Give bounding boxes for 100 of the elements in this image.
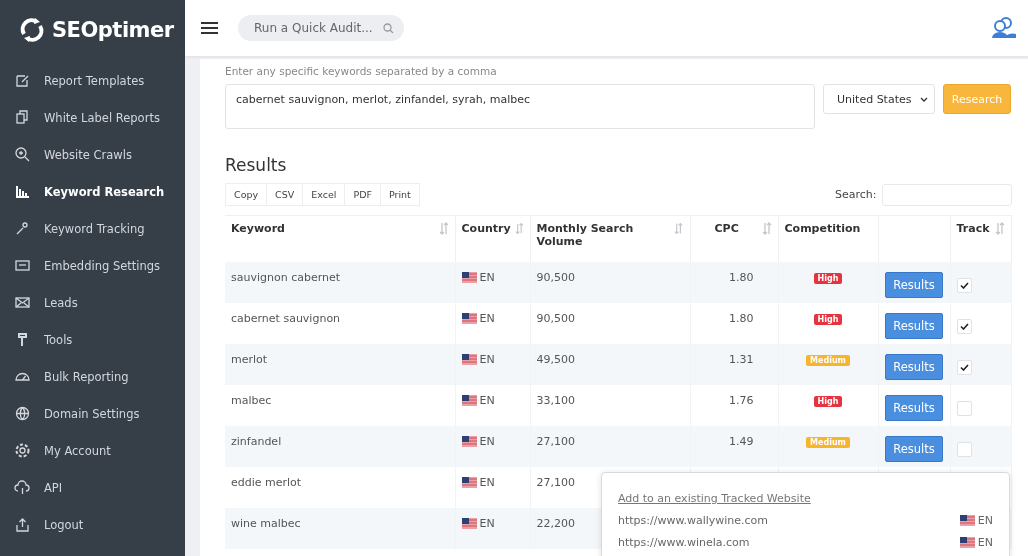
export-button[interactable]: Excel xyxy=(302,183,346,206)
keywords-field[interactable]: cabernet sauvignon, merlot, zinfandel, syrah, malbec xyxy=(225,84,815,129)
keyword-cell: zinfandel xyxy=(231,434,282,448)
sort-icon[interactable] xyxy=(761,222,772,235)
country-code: EN xyxy=(977,514,993,527)
volume-cell: 27,100 xyxy=(536,475,575,489)
column-header[interactable]: CPC xyxy=(714,222,739,235)
sidebar-item[interactable]: Bulk Reporting xyxy=(0,358,185,395)
sidebar-item[interactable]: Embedding Settings xyxy=(0,247,185,284)
column-header[interactable]: Competition xyxy=(784,222,861,235)
flag-icon xyxy=(461,271,477,283)
menu-icon[interactable] xyxy=(201,21,218,35)
keyword-cell: sauvignon cabernet xyxy=(231,270,341,284)
country-code: EN xyxy=(977,536,993,549)
country-code: EN xyxy=(479,434,495,448)
country-code: EN xyxy=(479,352,495,366)
cpc-cell: 1.31 xyxy=(729,352,754,366)
checkbox[interactable] xyxy=(956,277,972,293)
sort-icon[interactable] xyxy=(438,222,449,235)
export-button[interactable]: CSV xyxy=(266,183,304,206)
sort-icon[interactable] xyxy=(994,222,1005,235)
globe-icon xyxy=(14,405,31,422)
sidebar-item[interactable]: API xyxy=(0,469,185,506)
documents-icon xyxy=(14,109,31,126)
sidebar-item[interactable]: Website Crawls xyxy=(0,136,185,173)
export-button[interactable]: Copy xyxy=(225,183,268,206)
search-label: Search: xyxy=(835,188,877,201)
logo-icon xyxy=(18,16,46,44)
volume-cell: 90,500 xyxy=(536,311,575,325)
mail-icon xyxy=(14,294,31,311)
sort-icon[interactable] xyxy=(674,222,684,235)
check-icon xyxy=(959,363,969,371)
cpc-cell: 1.49 xyxy=(729,434,754,448)
checkbox[interactable] xyxy=(956,318,972,334)
sidebar-item[interactable]: Logout xyxy=(0,506,185,543)
checkbox[interactable] xyxy=(956,441,972,457)
checkbox[interactable] xyxy=(956,359,972,375)
column-header[interactable]: Monthly Search Volume xyxy=(536,222,671,248)
flag-icon xyxy=(461,394,477,406)
country-code: EN xyxy=(479,311,495,325)
flag-icon xyxy=(461,353,477,365)
zoom-icon xyxy=(14,146,31,163)
sidebar-item[interactable]: White Label Reports xyxy=(0,99,185,136)
competition-badge: Medium xyxy=(806,354,850,366)
sidebar-item[interactable]: Keyword Research xyxy=(0,173,185,210)
cpc-cell: 1.80 xyxy=(729,270,754,284)
flag-icon xyxy=(461,312,477,324)
cloud-icon xyxy=(14,479,31,496)
sidebar-item[interactable]: Domain Settings xyxy=(0,395,185,432)
sidebar-item[interactable]: Leads xyxy=(0,284,185,321)
keyword-cell: cabernet sauvignon xyxy=(231,311,341,325)
volume-cell: 90,500 xyxy=(536,270,575,284)
flag-icon xyxy=(461,435,477,447)
competition-badge: High xyxy=(813,272,843,284)
check-icon xyxy=(959,322,969,330)
volume-cell: 49,500 xyxy=(536,352,575,366)
cpc-cell: 1.80 xyxy=(729,311,754,325)
section-title: Results xyxy=(225,155,288,175)
export-button[interactable]: PDF xyxy=(344,183,381,206)
key-icon xyxy=(14,220,31,237)
column-header[interactable]: Track xyxy=(956,222,990,235)
search-field[interactable] xyxy=(881,183,1012,206)
column-header[interactable]: Country xyxy=(461,222,511,235)
check-icon xyxy=(959,281,969,289)
country-code: EN xyxy=(479,393,495,407)
volume-cell: 22,200 xyxy=(536,516,575,530)
screen-icon xyxy=(14,257,31,274)
country-select[interactable]: United States xyxy=(823,84,935,114)
export-button[interactable]: Print xyxy=(379,183,420,206)
sidebar-item[interactable]: Tools xyxy=(0,321,185,358)
flag-icon xyxy=(959,537,975,548)
sidebar-item[interactable]: My Account xyxy=(0,432,185,469)
search-field[interactable]: Run a Quick Audit... xyxy=(238,15,404,41)
sidebar-item[interactable]: Keyword Tracking xyxy=(0,210,185,247)
bar-chart-icon xyxy=(14,183,31,200)
keyword-cell: wine malbec xyxy=(231,516,301,530)
keyword-cell: malbec xyxy=(231,393,272,407)
competition-badge: High xyxy=(813,395,843,407)
chevron-icon xyxy=(920,96,928,102)
flag-icon xyxy=(461,517,477,529)
users-icon[interactable] xyxy=(990,17,1017,39)
site-url[interactable]: https://www.winela.com xyxy=(618,536,750,549)
cpc-cell: 1.76 xyxy=(729,393,754,407)
add-tracked-link[interactable]: Add to an existing Tracked Website xyxy=(618,492,811,505)
volume-cell: 33,100 xyxy=(536,393,575,407)
search-icon xyxy=(383,22,394,34)
sidebar-item[interactable]: Report Templates xyxy=(0,62,185,99)
volume-cell: 27,100 xyxy=(536,434,575,448)
site-url[interactable]: https://www.wallywine.com xyxy=(618,514,769,527)
country-code: EN xyxy=(479,270,495,284)
keyword-cell: eddie merlot xyxy=(231,475,302,489)
sort-icon[interactable] xyxy=(514,222,524,235)
country-code: EN xyxy=(479,475,495,489)
edit-icon xyxy=(14,72,31,89)
field-hint: Enter any specific keywords separated by a comma xyxy=(225,65,498,77)
column-header[interactable]: Keyword xyxy=(231,222,285,235)
flag-icon xyxy=(461,476,477,488)
checkbox[interactable] xyxy=(956,400,972,416)
brand-name: SEOptimer xyxy=(52,18,174,42)
keyword-cell: merlot xyxy=(231,352,268,366)
